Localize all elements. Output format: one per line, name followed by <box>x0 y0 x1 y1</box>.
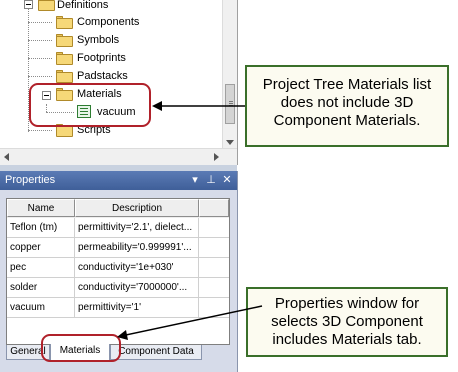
arrow-to-tab-line <box>125 305 263 336</box>
arrow-to-tab-head <box>117 330 128 340</box>
arrow-to-tree-head <box>152 101 162 111</box>
callout-arrows <box>117 101 263 340</box>
